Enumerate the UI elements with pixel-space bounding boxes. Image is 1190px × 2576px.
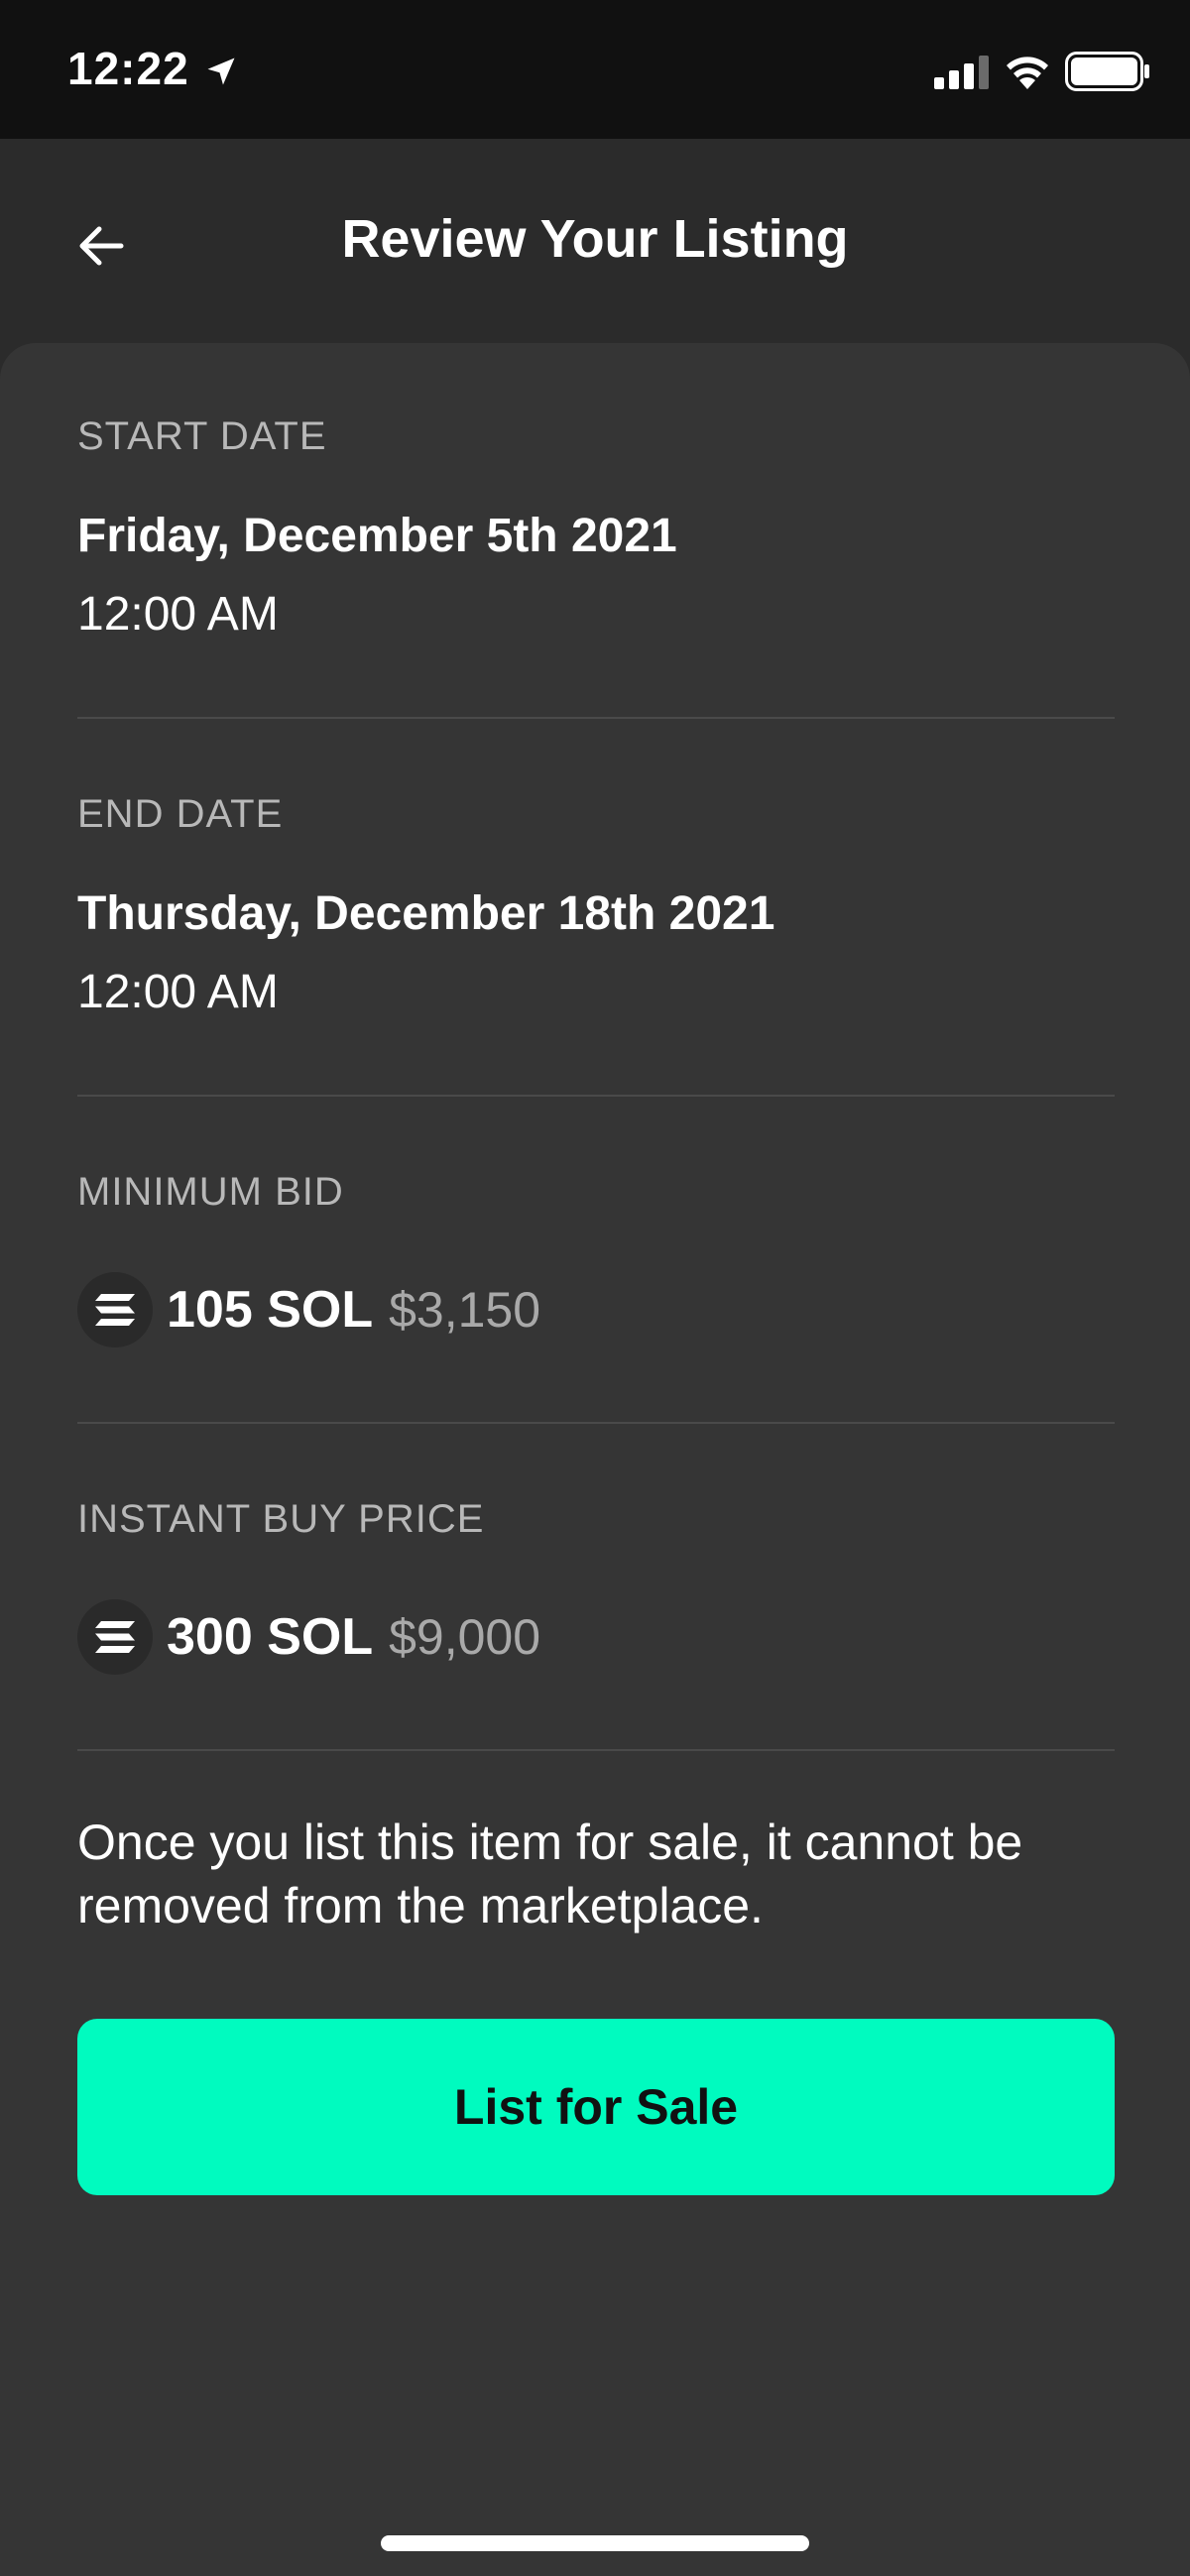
solana-icon — [77, 1599, 153, 1675]
list-for-sale-label: List for Sale — [453, 2079, 739, 2135]
start-date-section: START DATE Friday, December 5th 2021 12:… — [77, 414, 1115, 642]
minimum-bid-usd: $3,150 — [389, 1282, 541, 1338]
listing-summary-sheet — [0, 343, 1190, 2576]
minimum-bid-sol: 105 SOL — [167, 1281, 374, 1339]
end-date-value: Thursday, December 18th 2021 — [77, 887, 775, 940]
status-time: 12:22 — [67, 43, 189, 94]
instant-buy-usd: $9,000 — [389, 1609, 541, 1665]
minimum-bid-price: 105 SOL $3,150 — [77, 1272, 1115, 1347]
signal-icon — [934, 56, 989, 89]
instant-buy-price: 300 SOL $9,000 — [77, 1599, 1115, 1675]
list-for-sale-button[interactable]: List for Sale — [77, 2019, 1115, 2195]
battery-icon — [1065, 52, 1149, 91]
wifi-icon — [1007, 57, 1048, 89]
start-time-value: 12:00 AM — [77, 588, 279, 641]
instant-buy-sol: 300 SOL — [167, 1608, 374, 1666]
page-title: Review Your Listing — [341, 209, 849, 269]
location-arrow-icon — [207, 58, 235, 85]
minimum-bid-label: MINIMUM BID — [77, 1170, 344, 1214]
header: Review Your Listing — [0, 139, 1190, 343]
start-date-label: START DATE — [77, 414, 327, 458]
instant-buy-label: INSTANT BUY PRICE — [77, 1497, 485, 1541]
end-date-label: END DATE — [77, 792, 284, 836]
end-date-section: END DATE Thursday, December 18th 2021 12… — [77, 792, 1115, 1019]
end-time-value: 12:00 AM — [77, 966, 279, 1018]
minimum-bid-section: MINIMUM BID 105 SOL $3,150 — [77, 1170, 1115, 1347]
instant-buy-section: INSTANT BUY PRICE 300 SOL $9,000 — [77, 1497, 1115, 1675]
solana-icon — [77, 1272, 153, 1347]
status-bar: 12:22 — [0, 0, 1190, 139]
home-indicator — [381, 2535, 809, 2551]
divider — [77, 1095, 1115, 1097]
disclaimer-text: Once you list this item for sale, it can… — [77, 1815, 1023, 1933]
divider — [77, 717, 1115, 719]
divider — [77, 1422, 1115, 1424]
divider — [77, 1749, 1115, 1751]
start-date-value: Friday, December 5th 2021 — [77, 510, 677, 562]
